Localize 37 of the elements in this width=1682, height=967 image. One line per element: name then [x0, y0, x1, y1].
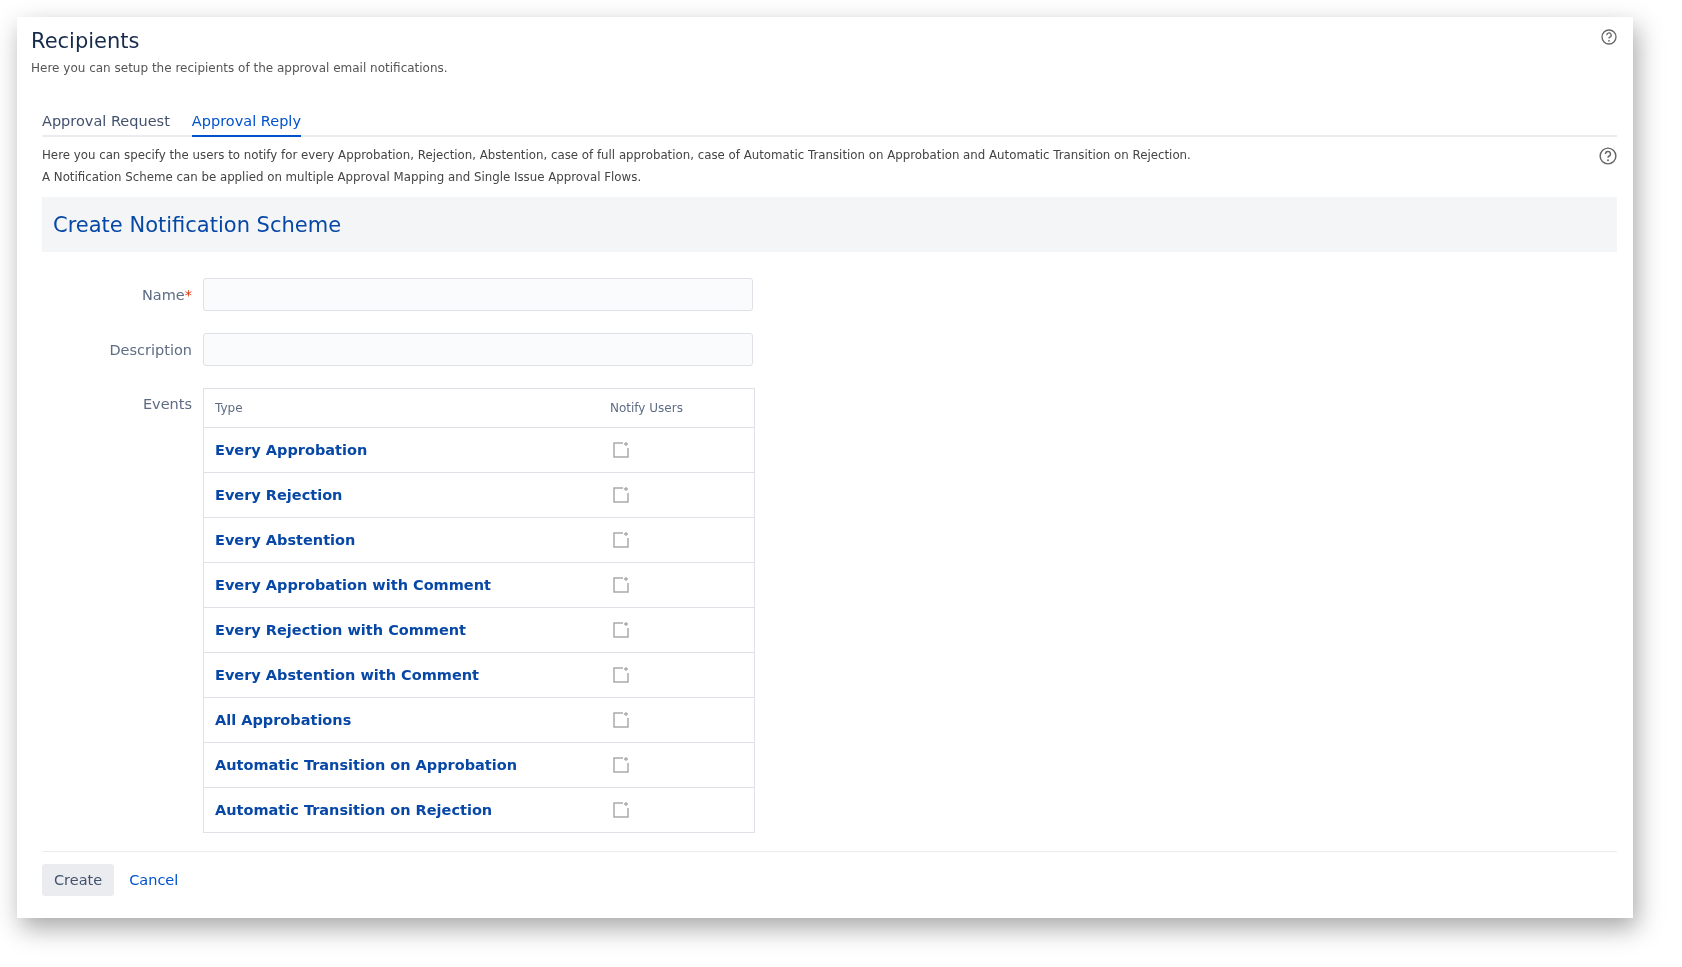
add-user-icon[interactable]	[612, 666, 630, 684]
add-user-icon[interactable]	[612, 441, 630, 459]
page-subtitle: Here you can setup the recipients of the approval email notifications.	[31, 61, 448, 75]
cancel-link[interactable]: Cancel	[119, 864, 189, 896]
description-text: A Notification Scheme can be applied on multiple Approval Mapping and Single Issue Approval Flows.	[42, 169, 643, 185]
event-type: Automatic Transition on Approbation	[214, 757, 519, 773]
event-type: All Approbations	[214, 712, 353, 728]
event-type: Every Abstention with Comment	[214, 667, 480, 683]
field-label: Events	[142, 396, 192, 412]
field-label: Description	[109, 341, 192, 358]
field-label: Name	[141, 286, 185, 303]
event-type: Automatic Transition on Rejection	[214, 802, 494, 818]
help-icon[interactable]	[1601, 29, 1617, 45]
add-user-icon[interactable]	[612, 531, 630, 549]
add-user-icon[interactable]	[612, 621, 630, 639]
event-type: Every Rejection	[214, 487, 344, 503]
help-icon[interactable]	[1599, 147, 1617, 165]
text-field[interactable]	[203, 278, 753, 311]
event-type: Every Approbation with Comment	[214, 577, 492, 593]
tab[interactable]: Approval Request	[42, 109, 170, 137]
add-user-icon[interactable]	[612, 756, 630, 774]
add-user-icon[interactable]	[612, 801, 630, 819]
add-user-icon[interactable]	[612, 486, 630, 504]
event-type: Every Abstention	[214, 532, 357, 548]
required-mark: *	[184, 286, 192, 303]
form-title: Create Notification Scheme	[53, 212, 342, 237]
column-header: Notify Users	[610, 401, 683, 415]
description-text: Here you can specify the users to notify for every Approbation, Rejection, Abstention, case of full approbation, case of Automatic Transition on Approbation and Automatic Transition on Rejection.	[42, 147, 1191, 163]
event-type: Every Approbation	[214, 442, 369, 458]
text-field[interactable]	[203, 333, 753, 366]
event-type: Every Rejection with Comment	[214, 622, 468, 638]
add-user-icon[interactable]	[612, 711, 630, 729]
add-user-icon[interactable]	[612, 576, 630, 594]
column-header: Type	[214, 401, 244, 415]
tab[interactable]: Approval Reply	[191, 109, 301, 137]
create-button[interactable]: Create	[42, 864, 115, 896]
page-title: Recipients	[31, 29, 141, 53]
